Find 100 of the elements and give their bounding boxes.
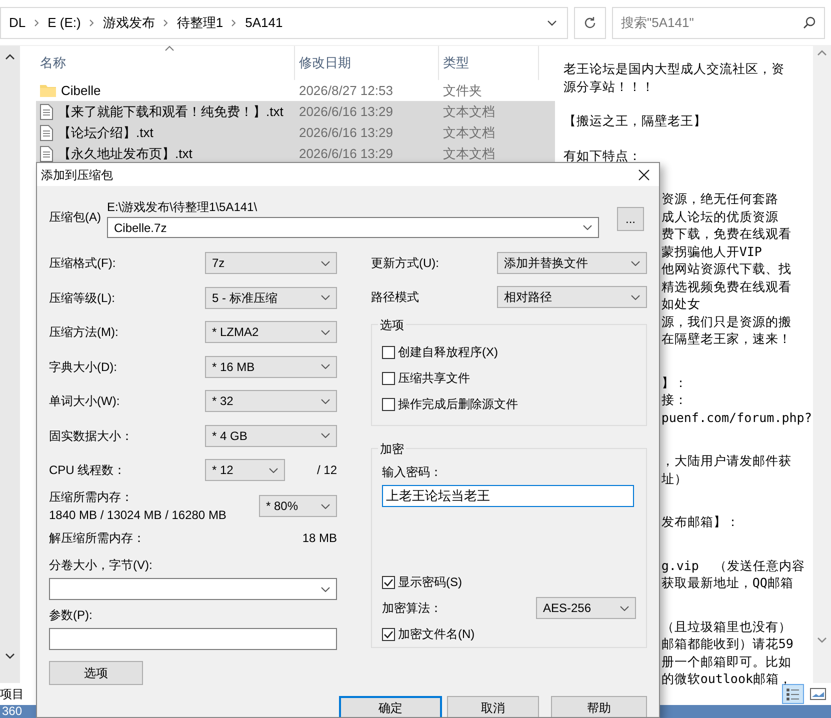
field-label: 更新方式(U): <box>371 255 439 272</box>
checkbox[interactable] <box>382 346 395 358</box>
password-field[interactable]: 上老王论坛当老王 <box>382 485 634 507</box>
column-header[interactable]: 类型 <box>438 46 539 80</box>
preview-text-line: （且垃圾箱里也没有） <box>661 618 792 635</box>
checkbox-label: 加密文件名(N) <box>398 626 475 643</box>
file-row[interactable]: 【论坛介绍】.txt 2026/6/16 13:29 文本文档 <box>36 122 556 143</box>
preview-text-line: 他网站资源代下载、找 <box>661 260 792 278</box>
breadcrumb[interactable]: E (E:) <box>44 12 85 32</box>
chevron-icon <box>321 398 330 404</box>
chevron-icon <box>631 294 640 300</box>
dialog-button[interactable]: 确定 <box>339 696 442 717</box>
preview-text-line: 源，我们只是资源的搬 <box>661 312 792 330</box>
file-name: 【来了就能下载和观看！纯免费！】.txt <box>58 102 284 121</box>
field-label: 压缩所需内存： <box>49 489 134 506</box>
checkbox-label: 显示密码(S) <box>398 574 462 591</box>
dropdown[interactable]: * 4 GB <box>205 424 337 446</box>
chevron-icon <box>620 606 629 610</box>
dropdown[interactable]: 添加并替换文件 <box>497 252 647 274</box>
field-label: 固实数据大小： <box>49 428 133 444</box>
path-text: E:\游戏发布\待整理1\5A141\ <box>107 199 258 216</box>
preview-text-line: 【搬运之王，隔壁老王】 <box>563 112 708 130</box>
checkbox[interactable] <box>382 576 395 588</box>
dropdown[interactable]: 相对路径 <box>497 286 647 308</box>
breadcrumb[interactable]: 待整理1 <box>172 12 228 32</box>
scroll-down-icon[interactable] <box>4 653 15 659</box>
chevron-icon <box>321 504 330 508</box>
chevron-icon <box>321 586 330 592</box>
refresh-icon <box>583 16 597 30</box>
preview-text-line: 册一个邮箱即可。比如 <box>661 652 792 670</box>
dropdown[interactable]: * 16 MB <box>205 356 337 378</box>
file-name: Cibelle <box>60 82 101 100</box>
refresh-button[interactable] <box>574 6 606 38</box>
file-row[interactable]: 【永久地址发布页】.txt 2026/6/16 13:29 文本文档 <box>36 143 556 164</box>
dropdown[interactable]: * 32 <box>205 390 337 412</box>
preview-text-line: g.vip （发送任意内容 <box>661 556 806 574</box>
preview-text-line: 有如下特点： <box>563 146 642 164</box>
browse-button[interactable]: ... <box>617 207 644 231</box>
archive-name-combo[interactable]: Cibelle.7z <box>107 217 599 238</box>
chevron-icon <box>162 18 169 26</box>
dropdown[interactable]: 5 - 标准压缩 <box>205 286 337 308</box>
checkbox[interactable] <box>382 628 395 640</box>
dropdown[interactable] <box>49 578 337 600</box>
chevron-icon <box>321 260 330 266</box>
options-button[interactable]: 选项 <box>49 661 143 685</box>
details-view-button[interactable] <box>782 684 804 704</box>
dropdown[interactable]: * LZMA2 <box>205 321 337 343</box>
folder-icon <box>40 84 56 97</box>
chevron-icon <box>88 18 95 26</box>
checkbox[interactable] <box>382 372 395 384</box>
preview-text-line: 的微软outlook邮箱， <box>661 670 794 688</box>
dropdown[interactable]: * 80% <box>259 495 337 517</box>
chevron-icon <box>321 364 330 369</box>
preview-text-line: puenf.com/forum.php? <box>661 408 813 426</box>
column-header[interactable]: 修改日期 <box>294 46 439 80</box>
chevron-icon <box>268 468 278 472</box>
column-header[interactable]: 名称 <box>36 46 295 80</box>
file-date: 2026/6/16 13:29 <box>298 124 394 142</box>
file-row[interactable]: Cibelle 2026/8/27 12:53 文件夹 <box>36 80 556 101</box>
chevron-icon <box>34 18 40 26</box>
chevron-icon <box>583 225 592 230</box>
search-icon <box>803 16 816 29</box>
preview-text-line: 老王论坛是国内大型成人交流社区，资 <box>563 60 786 78</box>
field-label: 分卷大小，字节(V): <box>49 557 154 574</box>
group-title: 选项 <box>378 316 406 334</box>
file-date: 2026/8/27 12:53 <box>298 82 394 100</box>
breadcrumb[interactable]: DL <box>5 12 30 32</box>
field-label: 压缩方法(M): <box>49 324 118 341</box>
checkbox[interactable] <box>382 398 395 410</box>
breadcrumb[interactable]: 游戏发布 <box>98 12 159 32</box>
preview-text-line: 源分享站！！！ <box>563 78 656 95</box>
dropdown[interactable]: AES-256 <box>536 597 636 619</box>
file-date: 2026/6/16 13:29 <box>298 102 394 121</box>
dialog-button[interactable]: 取消 <box>447 696 539 717</box>
input-field[interactable] <box>49 628 337 650</box>
sort-caret-icon <box>164 46 174 51</box>
checkbox-label: 操作完成后删除源文件 <box>398 396 518 413</box>
chevron-icon <box>321 295 330 300</box>
preview-text-line: 成人论坛的优质资源 <box>661 208 780 225</box>
field-label: 压缩包(A) <box>49 209 101 226</box>
taskbar-item[interactable]: 360 <box>2 705 22 718</box>
file-row[interactable]: 【来了就能下载和观看！纯免费！】.txt 2026/6/16 13:29 文本文档 <box>36 101 556 122</box>
address-bar[interactable]: DL E (E:) 游戏发布 待整理1 5A141 <box>0 6 568 38</box>
memory-text: 1840 MB / 13024 MB / 16280 MB <box>49 507 226 524</box>
dropdown[interactable]: 7z <box>205 252 337 274</box>
dialog-button[interactable]: 帮助 <box>551 696 647 717</box>
dropdown[interactable]: * 12 <box>204 459 285 481</box>
field-label: 解压缩所需内存： <box>49 530 145 547</box>
search-field[interactable]: 搜索"5A141" <box>612 6 825 38</box>
list-icon <box>786 688 800 700</box>
checkbox-label: 创建自释放程序(X) <box>398 344 498 361</box>
file-name: 【论坛介绍】.txt <box>58 124 154 142</box>
file-type: 文本文档 <box>442 124 495 142</box>
chevron-icon <box>631 260 640 266</box>
field-label: 压缩格式(F): <box>49 255 116 272</box>
breadcrumb[interactable]: 5A141 <box>241 12 287 32</box>
scroll-up-icon[interactable] <box>4 54 15 60</box>
chevron-icon <box>321 433 330 438</box>
dropdown-icon[interactable] <box>547 20 557 26</box>
chevron-icon <box>231 18 238 26</box>
